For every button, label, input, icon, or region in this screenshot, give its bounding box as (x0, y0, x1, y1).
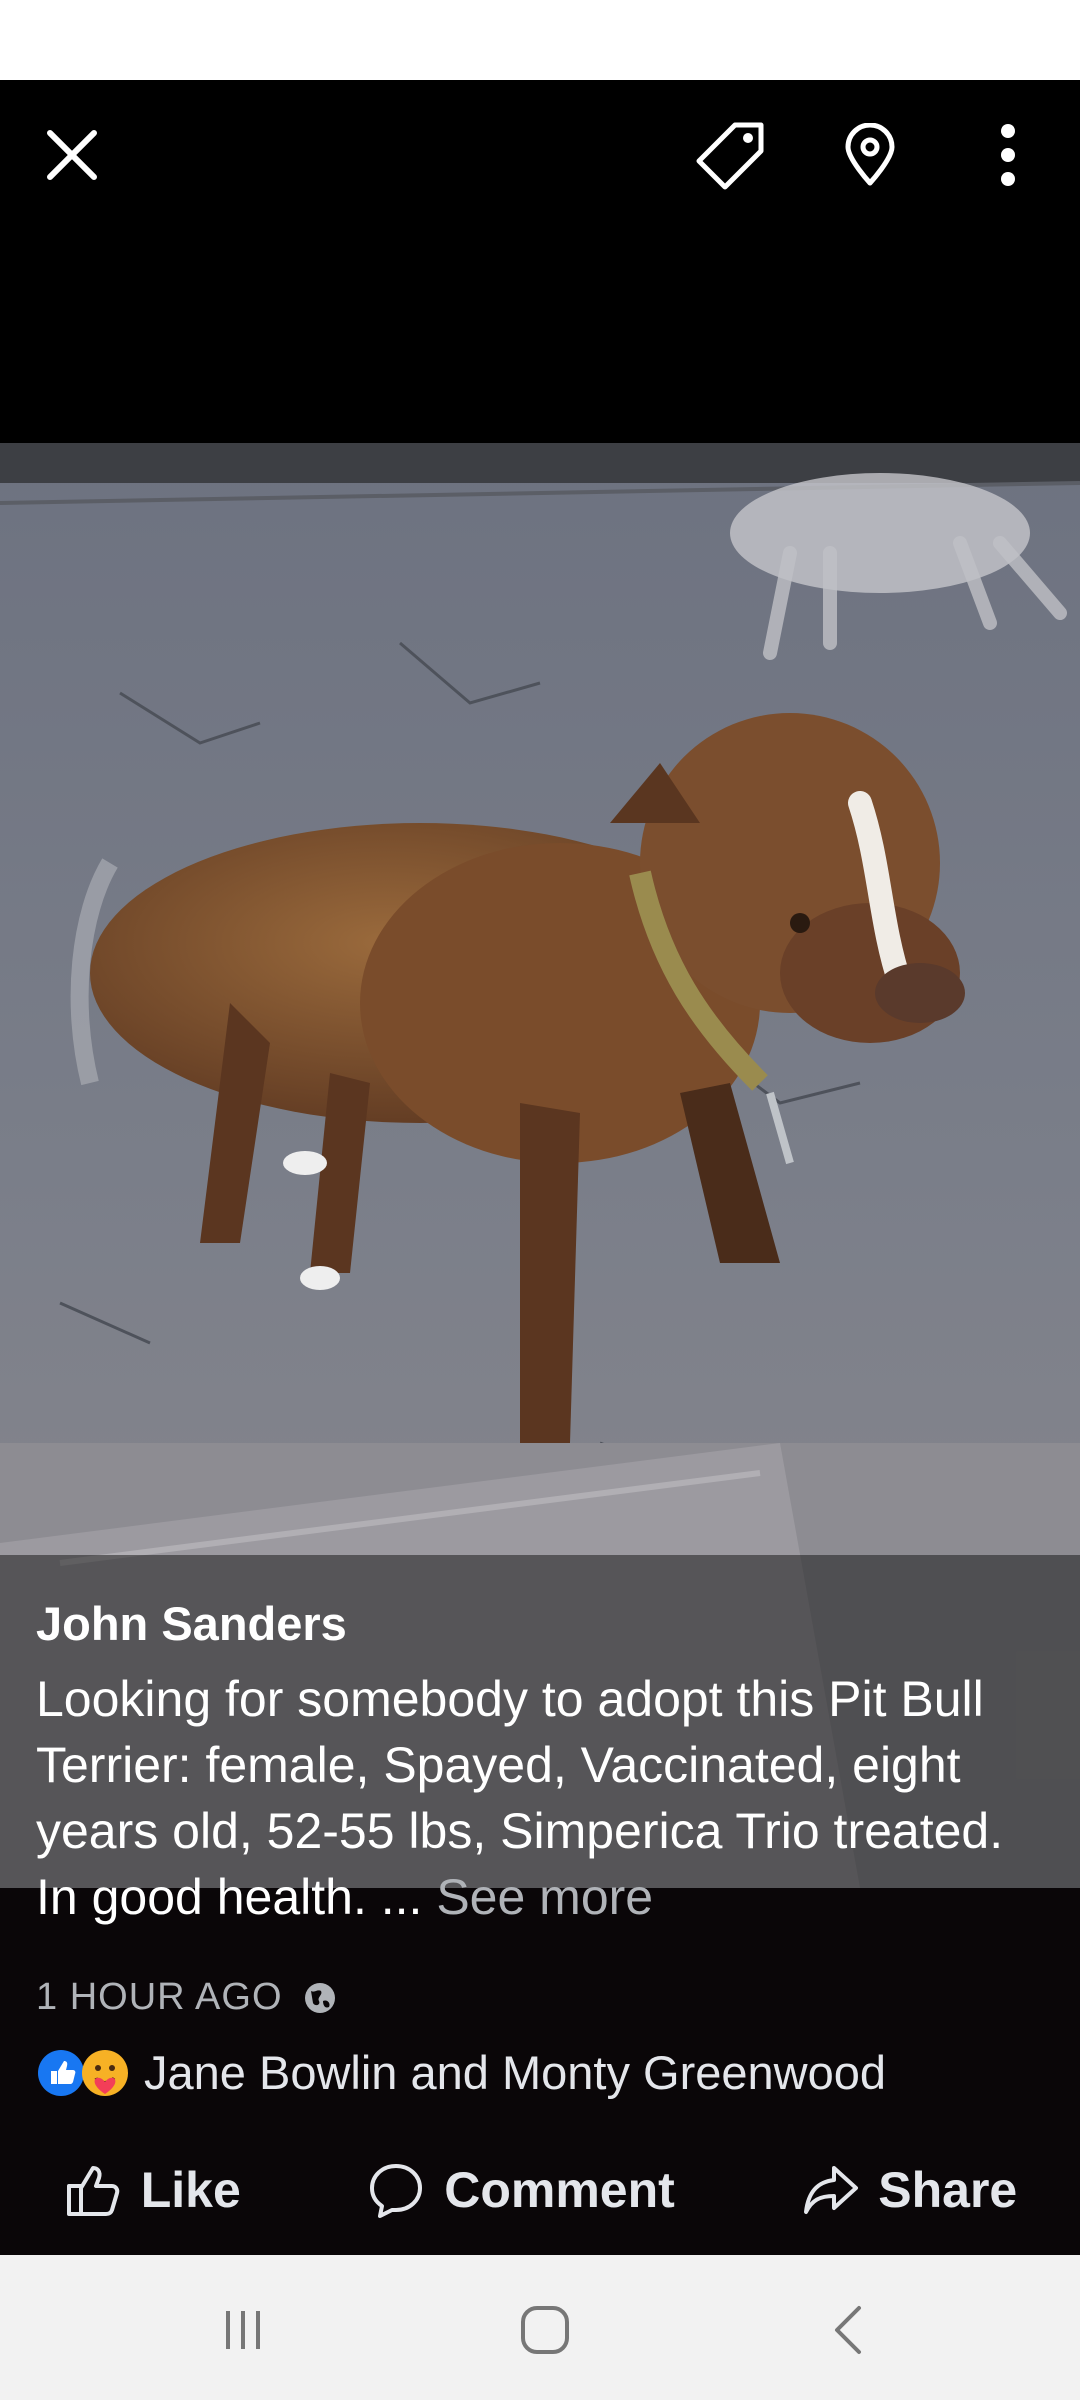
like-label: Like (140, 2162, 241, 2218)
share-button[interactable]: Share (800, 2160, 1017, 2220)
like-button[interactable]: Like (63, 2160, 241, 2220)
share-label: Share (878, 2162, 1018, 2218)
location-button[interactable] (828, 113, 912, 197)
care-reaction-icon (82, 2049, 128, 2096)
thumbs-up-icon (66, 2166, 119, 2216)
tag-button[interactable] (686, 113, 776, 197)
status-bar (0, 0, 1080, 80)
close-icon (47, 130, 97, 180)
more-options-button[interactable] (966, 113, 1050, 197)
share-arrow-icon (804, 2166, 859, 2214)
post-author-name[interactable]: John Sanders (36, 1596, 347, 1651)
post-timestamp-row: 1 HOUR AGO (36, 1976, 337, 2019)
post-text: Looking for somebody to adopt this Pit B… (36, 1666, 1056, 1930)
recent-apps-button[interactable] (198, 2285, 288, 2375)
see-more-link[interactable]: See more (436, 1869, 653, 1925)
recent-apps-icon (226, 2311, 260, 2349)
system-navigation-bar (0, 2255, 1080, 2400)
post-action-bar: Like Comment Share (0, 2140, 1080, 2240)
photo-viewer-top-bar (0, 80, 1080, 220)
globe-icon (304, 1982, 335, 2013)
home-icon (521, 2306, 569, 2354)
tag-icon (696, 122, 764, 190)
reactors-names: Jane Bowlin and Monty Greenwood (144, 2046, 886, 2099)
more-vertical-icon (1001, 124, 1015, 186)
post-timestamp: 1 HOUR AGO (36, 1976, 283, 2018)
close-button[interactable] (30, 113, 114, 197)
reactions-summary[interactable]: Jane Bowlin and Monty Greenwood (36, 2045, 886, 2100)
back-chevron-icon (835, 2306, 861, 2354)
comment-bubble-icon (370, 2164, 423, 2218)
like-reaction-icon (38, 2049, 84, 2096)
back-button[interactable] (805, 2285, 895, 2375)
comment-label: Comment (444, 2162, 675, 2218)
location-pin-icon (845, 123, 895, 186)
reaction-icons (36, 2048, 130, 2098)
home-button[interactable] (500, 2285, 590, 2375)
comment-button[interactable]: Comment (366, 2160, 675, 2220)
